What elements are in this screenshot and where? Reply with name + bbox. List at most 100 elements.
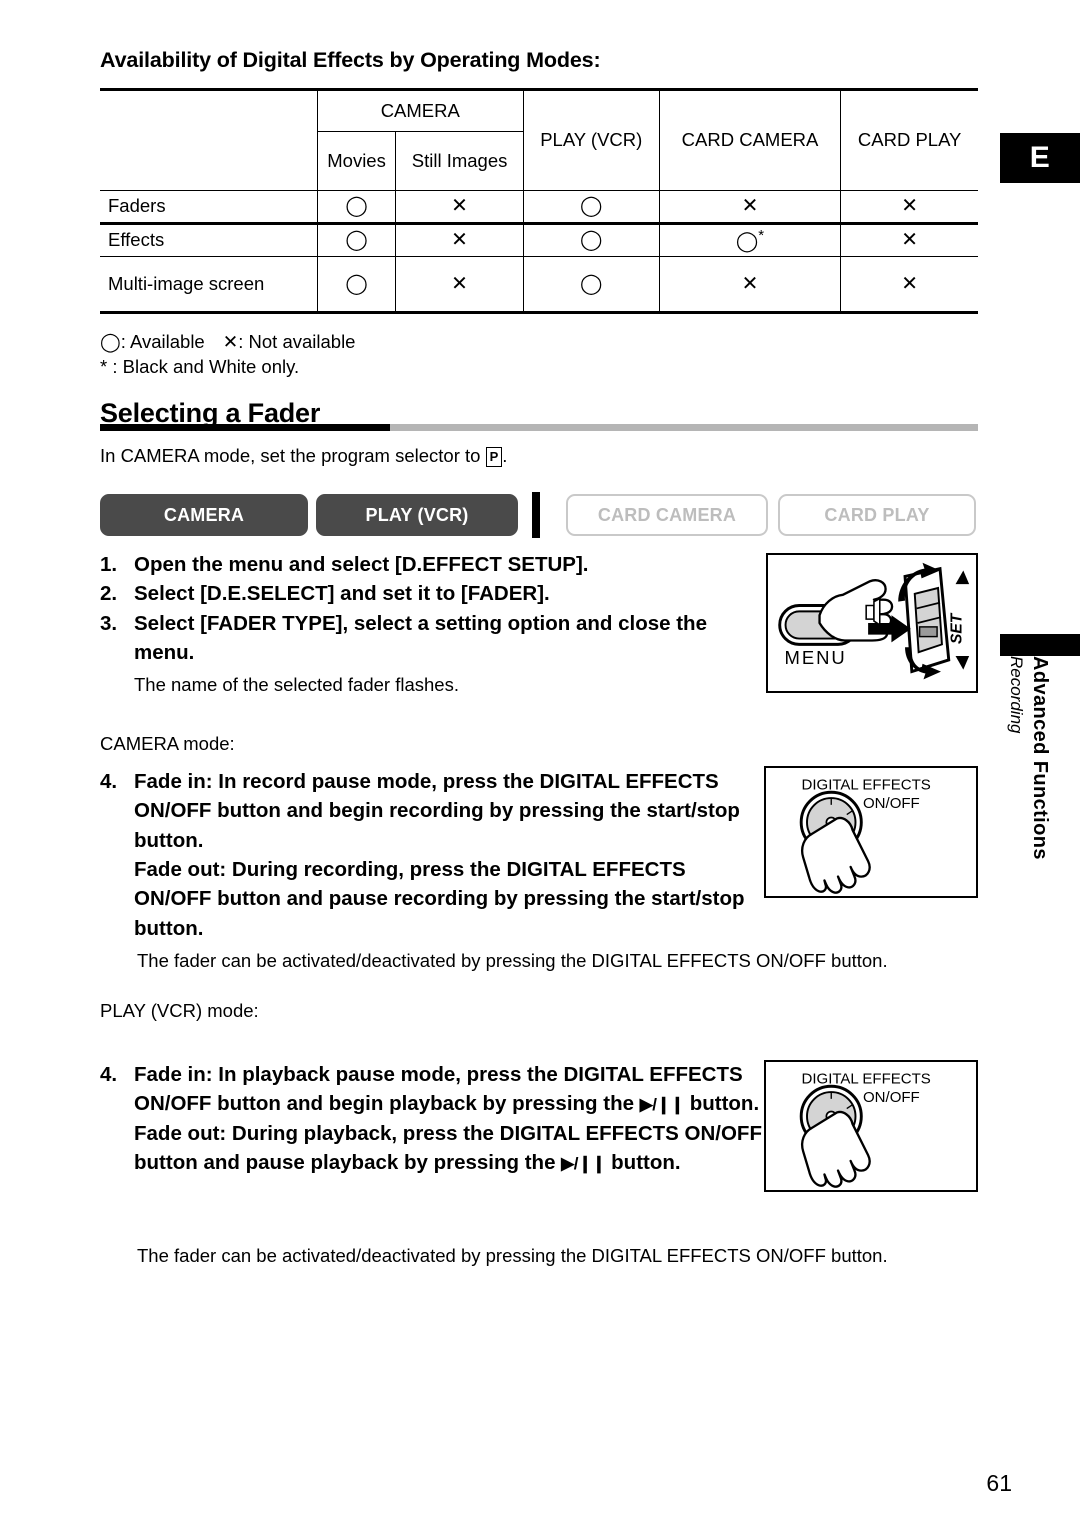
edge-marker-bar xyxy=(1000,634,1080,656)
table-row: Faders ◯ ✕ ◯ ✕ ✕ xyxy=(100,190,978,225)
section-rule-dark xyxy=(100,424,390,431)
cell-effects-card-camera: ◯* xyxy=(658,223,842,257)
mode-badge-camera[interactable]: CAMERA xyxy=(100,494,308,536)
step-2-number: 2. xyxy=(100,582,118,606)
header-card-play: CARD PLAY xyxy=(840,88,978,191)
cell-faders-movies: ◯ xyxy=(316,190,397,225)
cell-effects-movies: ◯ xyxy=(316,223,397,257)
step-3-text: Select [FADER TYPE], select a setting op… xyxy=(134,611,707,664)
play-vcr-mode-label: PLAY (VCR) mode: xyxy=(100,1000,259,1021)
digital-effects-illustration-2-svg: DIGITAL EFFECTS ON/OFF xyxy=(799,1070,931,1188)
table-row: Effects ◯ ✕ ◯ ◯* ✕ xyxy=(100,223,978,257)
document-page: E Advanced Functions Recording Availabil… xyxy=(0,0,1080,1526)
steps-list-main: 1. Open the menu and select [D.EFFECT SE… xyxy=(100,550,740,698)
digital-effects-illustration-1-svg: DIGITAL EFFECTS ON/OFF xyxy=(799,776,931,894)
side-chapter-subtitle: Recording xyxy=(1007,656,1026,734)
step-4-camera: 4. Fade in: In record pause mode, press … xyxy=(100,767,748,943)
step-4-camera-number: 4. xyxy=(100,770,118,793)
table-corner-cell xyxy=(100,88,318,191)
page-number: 61 xyxy=(986,1470,1012,1496)
availability-heading: Availability of Digital Effects by Opera… xyxy=(100,48,601,72)
cell-effects-card-camera-symbol: ◯ xyxy=(735,230,759,253)
header-play-vcr: PLAY (VCR) xyxy=(522,88,660,191)
step-4-camera-body: Fade in: In record pause mode, press the… xyxy=(134,767,748,943)
cell-multi-play: ◯ xyxy=(522,256,660,314)
step-3: 3. Select [FADER TYPE], select a setting… xyxy=(100,609,740,668)
header-camera-still: Still Images xyxy=(395,131,524,191)
legend-not-available-text: : Not available xyxy=(238,331,356,352)
step-2-text: Select [D.E.SELECT] and set it to [FADER… xyxy=(134,582,550,606)
legend-line-1: ◯: Available ✕: Not available xyxy=(100,330,355,355)
cell-multi-card-camera: ✕ xyxy=(658,256,842,314)
steps-list-camera: 4. Fade in: In record pause mode, press … xyxy=(100,767,748,943)
table-legend: ◯: Available ✕: Not available * : Black a… xyxy=(100,330,355,380)
header-camera-movies: Movies xyxy=(316,131,397,191)
step-4-camera-line2: Fade out: During recording, press the DI… xyxy=(134,857,745,940)
legend-not-available-symbol: ✕ xyxy=(222,331,239,352)
row-label-multi-image-screen: Multi-image screen xyxy=(100,256,318,314)
table-header-row-1: CAMERA PLAY (VCR) CARD CAMERA CARD PLAY xyxy=(100,88,978,191)
step-4-play-number: 4. xyxy=(100,1063,118,1086)
step-4-play-line1-b: button. xyxy=(684,1092,760,1116)
cell-multi-movies: ◯ xyxy=(316,256,397,314)
row-label-effects: Effects xyxy=(100,223,318,257)
set-arrow-down-icon xyxy=(955,656,970,670)
program-selector-p-icon: P xyxy=(485,447,503,467)
cell-faders-play: ◯ xyxy=(522,190,660,225)
step-4-play-line2: Fade out: During playback, press the DIG… xyxy=(134,1119,765,1178)
digital-effects-label-line2-a: ON/OFF xyxy=(863,795,920,812)
play-pause-icon-1: ▶/❙❙ xyxy=(639,1095,685,1115)
step-4-camera-line1: Fade in: In record pause mode, press the… xyxy=(134,770,740,852)
menu-illustration: SET MENU xyxy=(766,553,978,693)
cell-multi-card-play: ✕ xyxy=(840,256,978,314)
steps-list-play: 4. Fade in: In playback pause mode, pres… xyxy=(100,1060,765,1177)
menu-illustration-label: MENU xyxy=(785,647,847,668)
cell-multi-still: ✕ xyxy=(395,256,524,314)
cell-faders-card-play: ✕ xyxy=(840,190,978,225)
section-intro-before: In CAMERA mode, set the program selector… xyxy=(100,445,486,466)
cell-faders-card-camera: ✕ xyxy=(658,190,842,225)
mode-badge-row: CAMERA PLAY (VCR) CARD CAMERA CARD PLAY xyxy=(100,492,976,538)
cell-effects-play: ◯ xyxy=(522,223,660,257)
side-chapter-label: Advanced Functions Recording xyxy=(1000,656,1080,916)
cell-effects-still: ✕ xyxy=(395,223,524,257)
steps-main-note: The name of the selected fader flashes. xyxy=(134,674,459,696)
digital-effects-label-line2-b: ON/OFF xyxy=(863,1089,920,1106)
step-4-play-line1: Fade in: In playback pause mode, press t… xyxy=(134,1060,765,1119)
cell-effects-card-play: ✕ xyxy=(840,223,978,257)
availability-table: CAMERA PLAY (VCR) CARD CAMERA CARD PLAY … xyxy=(100,88,978,314)
camera-section-note: The fader can be activated/deactivated b… xyxy=(137,950,888,971)
legend-footnote: * : Black and White only. xyxy=(100,355,300,377)
section-heading: Selecting a Fader xyxy=(100,398,978,432)
header-camera-group: CAMERA xyxy=(316,88,524,132)
mode-badge-separator xyxy=(532,492,540,538)
table-row: Multi-image screen ◯ ✕ ◯ ✕ ✕ xyxy=(100,256,978,314)
header-card-camera: CARD CAMERA xyxy=(658,88,842,191)
cell-faders-still: ✕ xyxy=(395,190,524,225)
edge-tab-letter: E xyxy=(1000,133,1080,183)
digital-effects-label-line1-b: DIGITAL EFFECTS xyxy=(801,1070,930,1087)
digital-effects-label-line1-a: DIGITAL EFFECTS xyxy=(801,776,930,793)
cell-effects-card-camera-note: * xyxy=(758,226,765,244)
digital-effects-illustration-2: DIGITAL EFFECTS ON/OFF xyxy=(764,1060,978,1192)
side-chapter-title: Advanced Functions xyxy=(1029,656,1051,860)
legend-available-text: : Available xyxy=(120,331,205,352)
step-4-play-body: Fade in: In playback pause mode, press t… xyxy=(134,1060,765,1177)
play-pause-icon-2: ▶/❙❙ xyxy=(561,1153,606,1173)
digital-effects-illustration-1: DIGITAL EFFECTS ON/OFF xyxy=(764,766,978,898)
step-2: 2. Select [D.E.SELECT] and set it to [FA… xyxy=(100,579,740,608)
step-4-play-line2-b: button. xyxy=(605,1150,681,1174)
step-3-number: 3. xyxy=(100,611,118,635)
mode-badge-card-play[interactable]: CARD PLAY xyxy=(778,494,976,536)
section-intro-after: . xyxy=(502,445,508,466)
camera-mode-label: CAMERA mode: xyxy=(100,733,235,754)
svg-text:SET: SET xyxy=(948,612,965,644)
step-4-play: 4. Fade in: In playback pause mode, pres… xyxy=(100,1060,765,1177)
mode-badge-play-vcr[interactable]: PLAY (VCR) xyxy=(316,494,518,536)
mode-badge-card-camera[interactable]: CARD CAMERA xyxy=(566,494,768,536)
menu-illustration-svg: SET MENU xyxy=(778,562,970,680)
section-intro: In CAMERA mode, set the program selector… xyxy=(100,445,507,467)
step-1: 1. Open the menu and select [D.EFFECT SE… xyxy=(100,550,740,579)
play-section-note: The fader can be activated/deactivated b… xyxy=(137,1245,888,1266)
legend-available-symbol: ◯ xyxy=(100,331,121,352)
